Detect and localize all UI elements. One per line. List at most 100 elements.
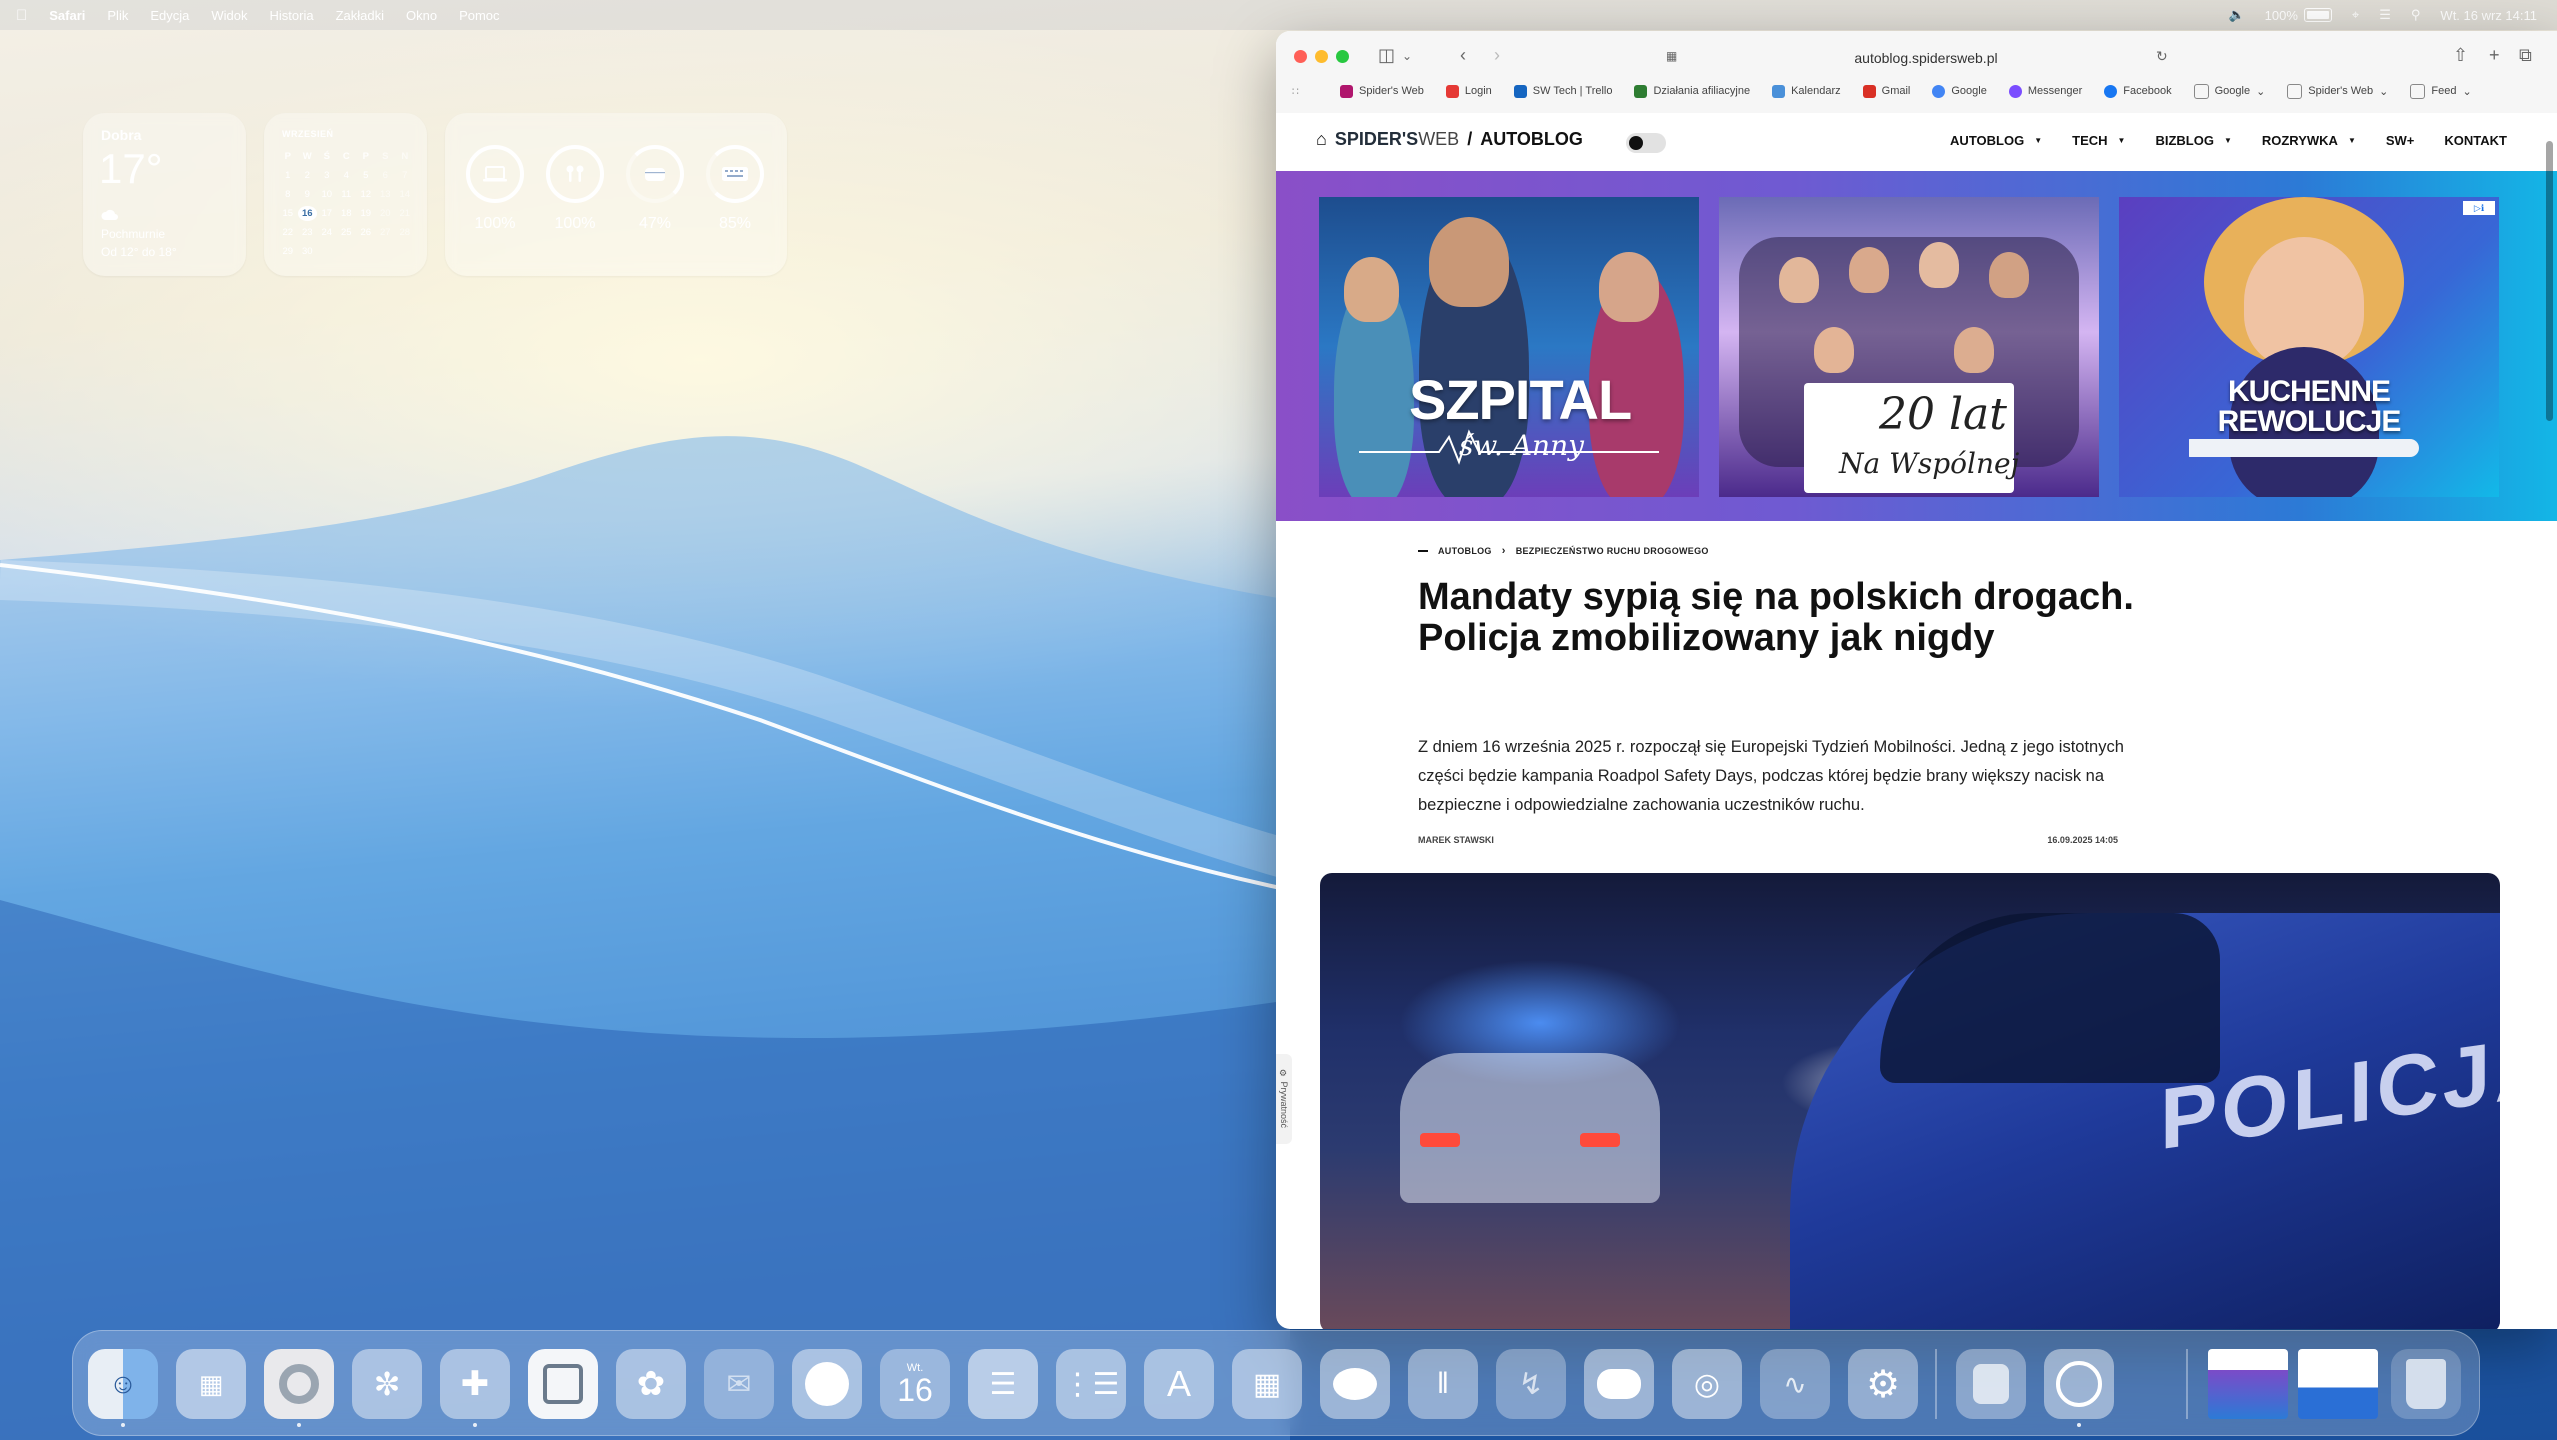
zoom-button[interactable] <box>1336 50 1349 63</box>
folder-icon <box>2193 83 2209 99</box>
nav-swplus[interactable]: SW+ <box>2386 133 2415 148</box>
trash-icon[interactable] <box>2391 1349 2461 1419</box>
calendar-widget[interactable]: WRZESIEŃ P W Ś C P S N 1 2 3 4 5 6 7 8 9… <box>264 113 427 276</box>
menu-bookmarks[interactable]: Zakładki <box>336 8 384 23</box>
new-tab-button[interactable]: + <box>2489 45 2500 66</box>
nav-kontakt[interactable]: KONTAKT <box>2444 133 2507 148</box>
battery-status[interactable]: 100% <box>2265 8 2332 23</box>
airpods-icon <box>566 165 584 182</box>
safari-icon[interactable] <box>2044 1349 2114 1419</box>
breadcrumb-category[interactable]: AUTOBLOG <box>1438 546 1492 556</box>
ad-banner[interactable]: SZPITAL św. Anny 20 lat Na Wspólnej KUCH… <box>1276 171 2557 521</box>
calendar-icon[interactable]: Wt. 16 <box>880 1349 950 1419</box>
nvidia-icon[interactable]: ◎ <box>1672 1349 1742 1419</box>
breadcrumb-subcategory[interactable]: BEZPIECZEŃSTWO RUCHU DROGOWEGO <box>1516 546 1709 556</box>
trello-icon[interactable] <box>528 1349 598 1419</box>
nav-rozrywka[interactable]: ROZRYWKA ▼ <box>2262 133 2356 148</box>
spotify-icon[interactable] <box>792 1349 862 1419</box>
close-button[interactable] <box>1294 50 1307 63</box>
favorite-item[interactable]: Spider's Web <box>1340 84 1424 98</box>
menu-edit[interactable]: Edycja <box>150 8 189 23</box>
nav-bizblog[interactable]: BIZBLOG ▼ <box>2155 133 2231 148</box>
nav-autoblog[interactable]: AUTOBLOG ▼ <box>1950 133 2042 148</box>
calendar-day: 18 <box>340 208 352 219</box>
messages-icon[interactable] <box>1320 1349 1390 1419</box>
app-store-icon[interactable]: A <box>1144 1349 1214 1419</box>
arc-icon[interactable]: ✼ <box>352 1349 422 1419</box>
back-button[interactable]: ‹ <box>1460 45 1466 66</box>
privacy-settings-tab[interactable]: ⚙ Prywatność <box>1276 1054 1292 1144</box>
favorite-item[interactable]: Messenger <box>2008 84 2082 98</box>
disk-utility-icon[interactable] <box>1956 1349 2026 1419</box>
ad-tile-kuchenne-rewolucje[interactable]: KUCHENNE REWOLUCJE ▷ℹ <box>2119 197 2499 497</box>
ad-tile-szpital[interactable]: SZPITAL św. Anny <box>1319 197 1699 497</box>
batteries-widget[interactable]: 100% 100% 47% 85% <box>445 113 787 276</box>
reload-icon[interactable]: ↻ <box>2156 48 2168 65</box>
favorite-item[interactable]: Google <box>1932 84 1987 98</box>
airpods-icon[interactable]: ‖ <box>1408 1349 1478 1419</box>
photos-icon[interactable]: ✿ <box>616 1349 686 1419</box>
ad-tile-na-wspolnej[interactable]: 20 lat Na Wspólnej <box>1719 197 2099 497</box>
wifi-icon[interactable]: ⌖ <box>2352 7 2359 23</box>
favorite-folder[interactable]: Spider's Web ⌄ <box>2287 83 2388 99</box>
finder-icon[interactable]: ☺ <box>88 1349 158 1419</box>
ad-choices-icon[interactable]: ▷ℹ <box>2463 201 2495 215</box>
nav-tech[interactable]: TECH ▼ <box>2072 133 2125 148</box>
dark-mode-toggle[interactable] <box>1626 133 1666 153</box>
running-indicator <box>2077 1423 2081 1427</box>
weather-widget[interactable]: Dobra 17° Pochmurnie Od 12° do 18° <box>83 113 246 276</box>
address-bar[interactable]: autoblog.spidersweb.pl <box>1716 43 2136 73</box>
menu-window[interactable]: Okno <box>406 8 437 23</box>
spotlight-icon[interactable]: ⚲ <box>2411 7 2421 23</box>
window-thumb-icon[interactable] <box>2298 1349 2378 1419</box>
favorite-item[interactable]: SW Tech | Trello <box>1513 84 1612 98</box>
article-author[interactable]: MAREK STAWSKI <box>1418 835 1494 845</box>
dock: ☺ ▦ ✼ ✚ ✿ ✉ Wt. 16 ☰ ⋮☰ A ▦ ‖ ↯ ◎ ∿ ⚙ <box>72 1330 2480 1436</box>
notes-icon[interactable]: ☰ <box>968 1349 1038 1419</box>
sidebar-toggle-icon[interactable]: ◫ <box>1378 45 1395 66</box>
site-logo[interactable]: ⌂ SPIDER'S WEB / AUTOBLOG <box>1316 129 1583 150</box>
activity-monitor-icon[interactable]: ∿ <box>1760 1349 1830 1419</box>
favorite-item[interactable]: Działania afiliacyjne <box>1634 84 1750 98</box>
discord-icon[interactable] <box>1584 1349 1654 1419</box>
scrollbar[interactable] <box>2546 141 2553 421</box>
apple-menu-icon[interactable]:  <box>16 7 27 24</box>
menu-file[interactable]: Plik <box>107 8 128 23</box>
share-icon[interactable]: ⇧ <box>2453 45 2468 66</box>
calendar-day: 5 <box>363 170 369 181</box>
calculator-icon[interactable]: ▦ <box>1232 1349 1302 1419</box>
chrome-icon[interactable] <box>264 1349 334 1419</box>
system-settings-icon[interactable]: ⚙ <box>1848 1349 1918 1419</box>
menu-view[interactable]: Widok <box>211 8 247 23</box>
forward-button[interactable]: › <box>1494 45 1500 66</box>
menu-app-name[interactable]: Safari <box>49 8 85 23</box>
control-center-icon[interactable]: ☰ <box>2379 7 2391 23</box>
menu-help[interactable]: Pomoc <box>459 8 499 23</box>
folder-icon <box>2410 83 2426 99</box>
favorite-item[interactable]: Kalendarz <box>1772 84 1841 98</box>
clock[interactable]: Wt. 16 wrz 14:11 <box>2440 8 2537 23</box>
slack-icon[interactable]: ✚ <box>440 1349 510 1419</box>
menu-history[interactable]: Historia <box>270 8 314 23</box>
chevron-down-icon[interactable]: ⌄ <box>1402 49 1412 63</box>
favorite-folder[interactable]: Google ⌄ <box>2193 83 2265 99</box>
messenger-icon[interactable]: ↯ <box>1496 1349 1566 1419</box>
dock-separator <box>1935 1349 1937 1419</box>
ad-tile-title: 20 lat <box>1879 389 2007 440</box>
calendar-icon-day: 16 <box>897 1372 933 1408</box>
favorite-item[interactable]: Gmail <box>1862 84 1910 98</box>
mail-icon[interactable]: ✉ <box>704 1349 774 1419</box>
favorite-item[interactable]: Login <box>1445 84 1492 98</box>
favorite-folder[interactable]: Feed ⌄ <box>2410 83 2472 99</box>
page-settings-icon[interactable]: ▦ <box>1666 49 1677 63</box>
window-thumb-icon[interactable] <box>2208 1349 2288 1419</box>
grid-icon[interactable]: ∷ <box>1292 85 1299 98</box>
volume-icon[interactable]: 🔈 <box>2228 7 2244 23</box>
dock-separator <box>2186 1349 2188 1419</box>
weekday-label: C <box>342 151 350 162</box>
minimize-button[interactable] <box>1315 50 1328 63</box>
favorite-item[interactable]: Facebook <box>2104 84 2172 98</box>
reminders-icon[interactable]: ⋮☰ <box>1056 1349 1126 1419</box>
tab-overview-icon[interactable]: ⧉ <box>2519 45 2532 66</box>
launchpad-icon[interactable]: ▦ <box>176 1349 246 1419</box>
